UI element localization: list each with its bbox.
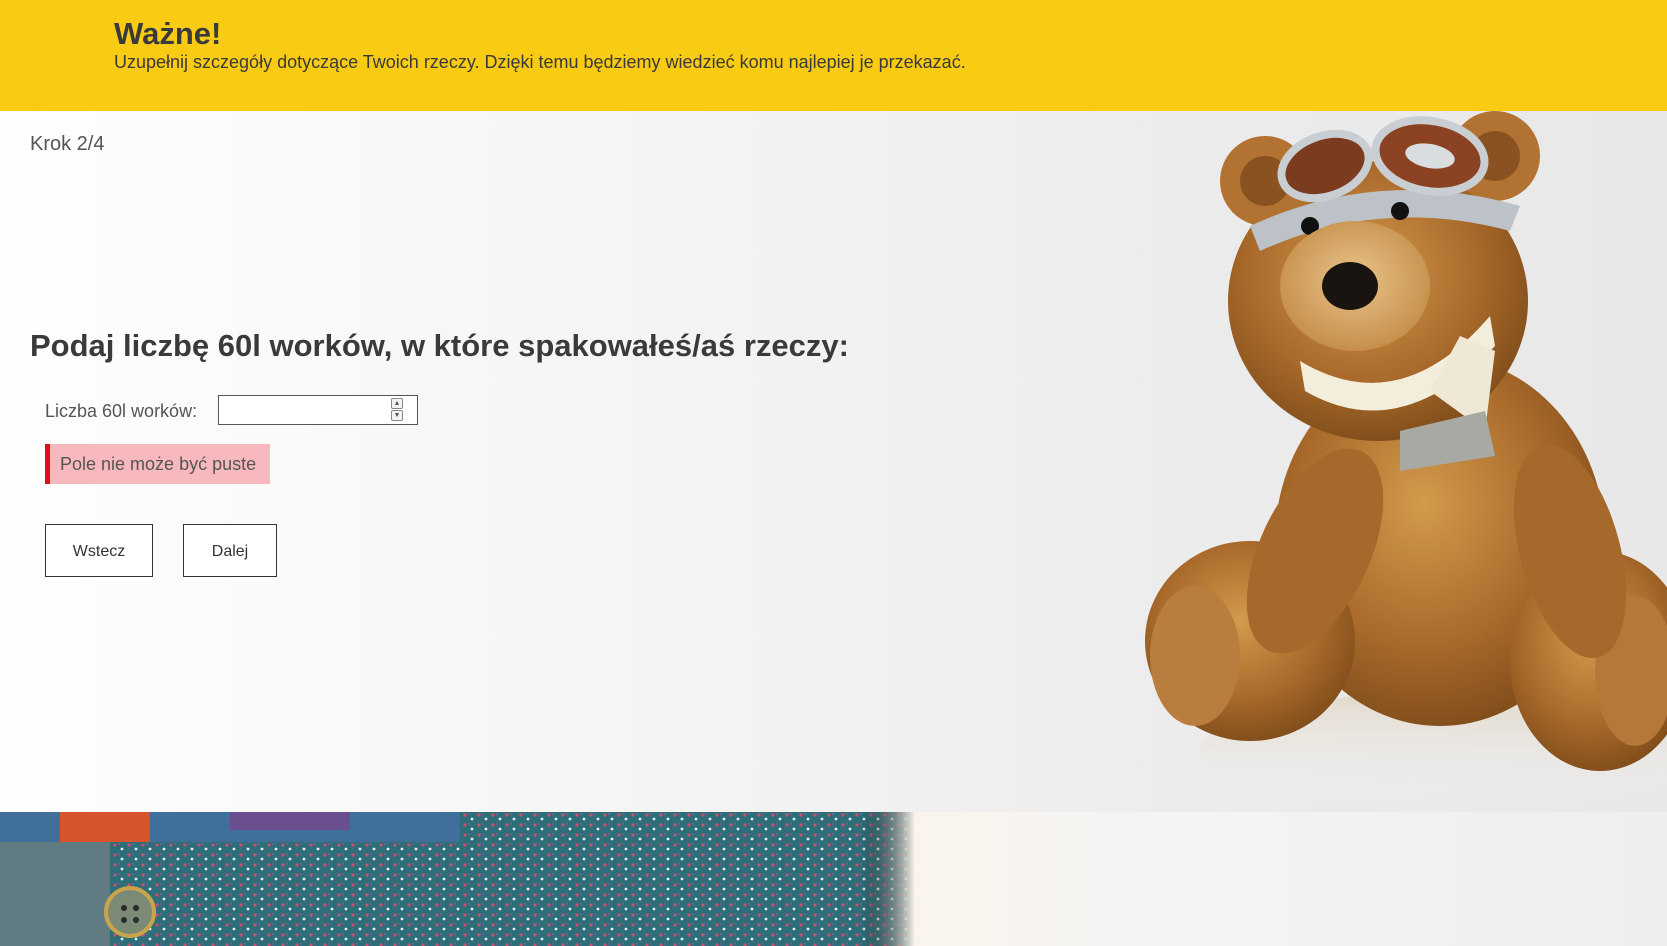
knit-sweater-image	[0, 812, 915, 946]
spinner-down-icon[interactable]: ▼	[391, 410, 403, 421]
teddy-bear-image	[1145, 111, 1667, 811]
spinner-up-icon[interactable]: ▲	[391, 398, 403, 409]
page-title: Podaj liczbę 60l worków, w które spakowa…	[30, 328, 849, 363]
bottom-image-strip	[0, 812, 1667, 946]
banner-title: Ważne!	[114, 16, 222, 51]
important-banner: Ważne! Uzupełnij szczegóły dotyczące Two…	[0, 0, 1667, 111]
next-button[interactable]: Dalej	[183, 524, 277, 577]
form-section: Krok 2/4 Podaj liczbę 60l worków, w któr…	[0, 111, 1667, 812]
validation-error: Pole nie może być puste	[45, 444, 270, 484]
back-button[interactable]: Wstecz	[45, 524, 153, 577]
bag-count-label: Liczba 60l worków:	[45, 401, 198, 421]
number-spinner[interactable]: ▲ ▼	[391, 398, 403, 422]
bag-count-input[interactable]: ▲ ▼	[218, 395, 418, 425]
step-indicator: Krok 2/4	[30, 133, 105, 155]
banner-text: Uzupełnij szczegóły dotyczące Twoich rze…	[114, 52, 966, 72]
